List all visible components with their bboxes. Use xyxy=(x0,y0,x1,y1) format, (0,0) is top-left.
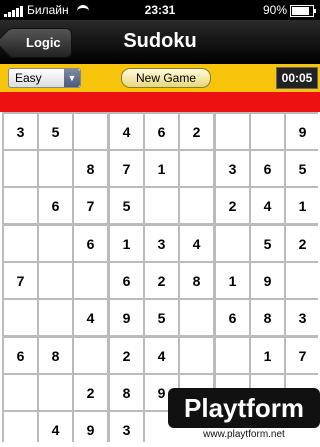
sudoku-cell[interactable]: 8 xyxy=(110,375,143,410)
status-bar: Билайн 23:31 90% xyxy=(0,0,320,20)
sudoku-cell[interactable]: 9 xyxy=(286,114,319,149)
sudoku-cell[interactable] xyxy=(39,375,72,410)
sudoku-cell[interactable]: 6 xyxy=(4,338,37,373)
watermark-url: www.playtform.net xyxy=(168,428,320,442)
sudoku-cell[interactable]: 8 xyxy=(180,263,213,298)
sudoku-cell[interactable]: 6 xyxy=(110,263,143,298)
sudoku-cell[interactable] xyxy=(4,226,37,261)
sudoku-cell[interactable]: 5 xyxy=(251,226,284,261)
sudoku-cell[interactable]: 1 xyxy=(216,263,249,298)
sudoku-cell[interactable]: 2 xyxy=(286,226,319,261)
sudoku-cell[interactable]: 6 xyxy=(145,114,178,149)
sudoku-cell[interactable] xyxy=(216,114,249,149)
sudoku-cell[interactable]: 5 xyxy=(110,188,143,223)
sudoku-cell[interactable] xyxy=(216,226,249,261)
sudoku-cell[interactable]: 1 xyxy=(286,188,319,223)
sudoku-cell[interactable] xyxy=(180,338,213,373)
sudoku-cell[interactable]: 7 xyxy=(4,263,37,298)
sudoku-cell[interactable]: 6 xyxy=(251,151,284,186)
sudoku-cell[interactable] xyxy=(4,151,37,186)
sudoku-cell[interactable]: 4 xyxy=(110,114,143,149)
difficulty-select[interactable]: Easy ▼ xyxy=(8,68,81,88)
new-game-button[interactable]: New Game xyxy=(121,68,211,88)
timer: 00:05 xyxy=(276,67,318,89)
sudoku-cell[interactable]: 3 xyxy=(4,114,37,149)
sudoku-cell[interactable]: 7 xyxy=(110,151,143,186)
sudoku-cell[interactable]: 6 xyxy=(216,300,249,335)
status-strip xyxy=(0,92,320,112)
sudoku-cell[interactable] xyxy=(39,151,72,186)
sudoku-cell[interactable]: 5 xyxy=(286,151,319,186)
sudoku-cell[interactable]: 3 xyxy=(286,300,319,335)
sudoku-cell[interactable] xyxy=(39,263,72,298)
sudoku-cell[interactable] xyxy=(4,375,37,410)
sudoku-cell[interactable] xyxy=(74,263,107,298)
game-toolbar: Easy ▼ New Game 00:05 xyxy=(0,64,320,92)
sudoku-cell[interactable]: 6 xyxy=(39,188,72,223)
navigation-bar: Logic Sudoku xyxy=(0,20,320,64)
sudoku-cell[interactable] xyxy=(145,188,178,223)
sudoku-cell[interactable]: 2 xyxy=(180,114,213,149)
sudoku-cell[interactable] xyxy=(4,188,37,223)
sudoku-cell[interactable]: 8 xyxy=(74,151,107,186)
sudoku-cell[interactable]: 5 xyxy=(145,300,178,335)
chevron-down-icon: ▼ xyxy=(64,69,80,87)
sudoku-cell[interactable]: 4 xyxy=(74,300,107,335)
sudoku-cell[interactable]: 2 xyxy=(74,375,107,410)
sudoku-cell[interactable]: 9 xyxy=(251,263,284,298)
sudoku-cell[interactable] xyxy=(4,300,37,335)
sudoku-cell[interactable]: 3 xyxy=(145,226,178,261)
watermark-logo: Playtform xyxy=(168,388,320,428)
sudoku-cell[interactable]: 1 xyxy=(145,151,178,186)
sudoku-cell[interactable]: 8 xyxy=(251,300,284,335)
sudoku-cell[interactable]: 4 xyxy=(180,226,213,261)
difficulty-value: Easy xyxy=(15,71,42,85)
sudoku-cell[interactable]: 1 xyxy=(110,226,143,261)
sudoku-cell[interactable]: 9 xyxy=(110,300,143,335)
sudoku-cell[interactable]: 4 xyxy=(251,188,284,223)
battery-status: 90% xyxy=(262,3,316,17)
sudoku-cell[interactable]: 8 xyxy=(39,338,72,373)
sudoku-cell[interactable] xyxy=(251,114,284,149)
sudoku-cell[interactable]: 1 xyxy=(251,338,284,373)
page-title: Sudoku xyxy=(123,30,197,52)
sudoku-cell[interactable] xyxy=(180,300,213,335)
sudoku-cell[interactable] xyxy=(180,151,213,186)
sudoku-cell[interactable] xyxy=(216,338,249,373)
battery-percent: 90% xyxy=(262,3,287,17)
sudoku-cell[interactable]: 6 xyxy=(74,226,107,261)
sudoku-cell[interactable]: 2 xyxy=(216,188,249,223)
sudoku-cell[interactable]: 4 xyxy=(145,338,178,373)
sudoku-cell[interactable]: 7 xyxy=(74,188,107,223)
sudoku-cell[interactable] xyxy=(39,226,72,261)
sudoku-cell[interactable]: 7 xyxy=(286,338,319,373)
sudoku-cell[interactable]: 5 xyxy=(39,114,72,149)
sudoku-cell[interactable]: 3 xyxy=(216,151,249,186)
sudoku-cell[interactable] xyxy=(39,300,72,335)
sudoku-cell[interactable] xyxy=(286,263,319,298)
sudoku-cell[interactable] xyxy=(74,114,107,149)
sudoku-cell[interactable]: 2 xyxy=(110,338,143,373)
battery-icon xyxy=(290,4,316,17)
sudoku-cell[interactable] xyxy=(74,338,107,373)
sudoku-cell[interactable]: 2 xyxy=(145,263,178,298)
sudoku-cell[interactable] xyxy=(180,188,213,223)
watermark: Playtform www.playtform.net xyxy=(168,388,320,442)
